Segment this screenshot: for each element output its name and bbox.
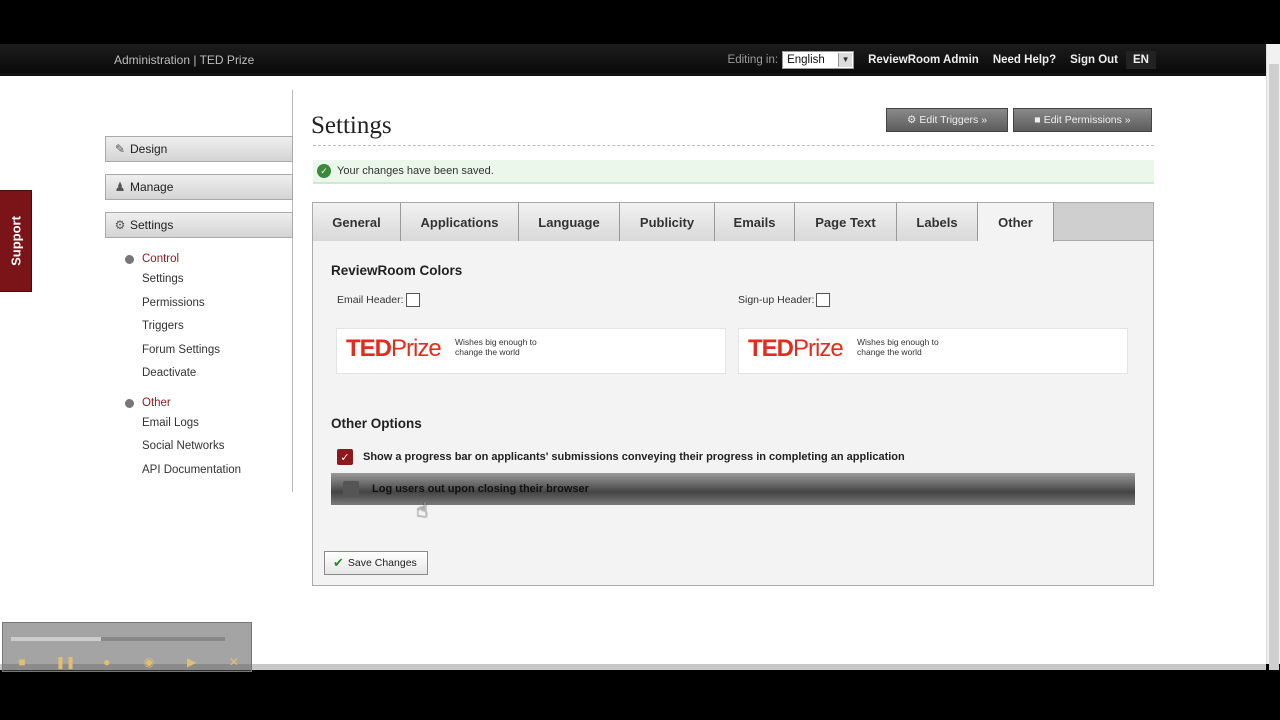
option-progress-bar[interactable]: ✓ Show a progress bar on applicants' sub… bbox=[331, 447, 905, 467]
signup-header-logo: TEDPrize Wishes big enough to change the… bbox=[738, 328, 1128, 374]
save-changes-button[interactable]: ✔ Save Changes bbox=[324, 551, 428, 575]
gear-icon: ⚙ bbox=[114, 218, 126, 232]
edit-permissions-button[interactable]: ■ Edit Permissions » bbox=[1013, 108, 1152, 132]
hand-cursor-icon: ☝ bbox=[416, 500, 429, 522]
success-notice-text: Your changes have been saved. bbox=[337, 165, 494, 177]
success-notice: ✓ Your changes have been saved. bbox=[313, 160, 1154, 184]
edit-permissions-label: Edit Permissions » bbox=[1043, 114, 1131, 126]
sidebar-item-forum-settings[interactable]: Forum Settings bbox=[105, 339, 293, 363]
email-header-logo: TEDPrize Wishes big enough to change the… bbox=[336, 328, 726, 374]
tab-emails[interactable]: Emails bbox=[715, 203, 795, 241]
signup-header-label: Sign-up Header: bbox=[738, 294, 815, 306]
settings-panel: General Applications Language Publicity … bbox=[312, 202, 1154, 586]
top-bar-right: Editing in: English ▼ ReviewRoom Admin N… bbox=[728, 49, 1156, 71]
editing-label: Editing in: bbox=[727, 54, 779, 66]
colors-section-title: ReviewRoom Colors bbox=[331, 263, 463, 278]
breadcrumb: Administration | TED Prize bbox=[114, 53, 255, 67]
circle-icon bbox=[125, 398, 134, 408]
player-buttons: ■ ❚❚ ● ◉ ▶ ✕ bbox=[13, 655, 243, 669]
logout-checkbox[interactable] bbox=[343, 481, 359, 497]
chevron-down-icon: ▼ bbox=[838, 53, 853, 67]
sidebar-item-social-networks[interactable]: Social Networks bbox=[105, 435, 293, 459]
page-title: Settings bbox=[311, 112, 392, 139]
need-help-link[interactable]: Need Help? bbox=[993, 54, 1056, 66]
email-header-color-swatch[interactable] bbox=[405, 293, 420, 307]
option-progress-label: Show a progress bar on applicants' submi… bbox=[363, 451, 905, 463]
vertical-scrollbar[interactable] bbox=[1266, 44, 1280, 676]
sidebar-item-email-logs[interactable]: Email Logs bbox=[105, 412, 293, 436]
sidebar-item-settings[interactable]: Settings bbox=[105, 268, 293, 292]
tab-other[interactable]: Other bbox=[978, 203, 1054, 242]
lock-icon: ■ bbox=[1034, 114, 1041, 126]
tab-general[interactable]: General bbox=[313, 203, 401, 241]
pause-icon[interactable]: ❚❚ bbox=[55, 655, 75, 669]
edit-triggers-button[interactable]: ⚙ Edit Triggers » bbox=[886, 108, 1008, 132]
sidebar: ✎ Design ♟ Manage ⚙ Settings Control Set… bbox=[105, 136, 293, 482]
ted-logo: TEDPrize bbox=[748, 335, 844, 362]
logo-tagline: Wishes big enough to change the world bbox=[455, 337, 537, 357]
mic-icon[interactable]: ● bbox=[98, 655, 116, 669]
sidebar-item-deactivate[interactable]: Deactivate bbox=[105, 362, 293, 386]
sidebar-section-label: Design bbox=[130, 142, 168, 156]
sidebar-item-permissions[interactable]: Permissions bbox=[105, 292, 293, 316]
email-header-label: Email Header: bbox=[337, 294, 404, 306]
control-group: Control Settings Permissions Triggers Fo… bbox=[105, 250, 293, 386]
tab-applications[interactable]: Applications bbox=[401, 203, 519, 241]
tab-labels[interactable]: Labels bbox=[897, 203, 978, 241]
language-code-button[interactable]: EN bbox=[1126, 51, 1156, 69]
tab-bar: General Applications Language Publicity … bbox=[313, 203, 1153, 242]
gear-icon bbox=[125, 255, 134, 264]
playback-track[interactable] bbox=[11, 637, 225, 641]
letterbox-top bbox=[0, 0, 1280, 44]
checkmark-icon: ✓ bbox=[317, 164, 331, 178]
user-icon: ♟ bbox=[114, 180, 126, 194]
other-options-title: Other Options bbox=[331, 416, 422, 431]
video-player-controls: ■ ❚❚ ● ◉ ▶ ✕ bbox=[2, 622, 252, 672]
close-icon[interactable]: ✕ bbox=[225, 655, 243, 669]
checkmark-icon: ✔ bbox=[333, 555, 344, 570]
option-logout-label: Log users out upon closing their browser bbox=[372, 483, 589, 495]
folder-icon[interactable]: ■ bbox=[13, 655, 31, 669]
top-bar: Administration | TED Prize Editing in: E… bbox=[0, 44, 1266, 76]
sidebar-section-manage[interactable]: ♟ Manage bbox=[105, 174, 293, 200]
sidebar-item-triggers[interactable]: Triggers bbox=[105, 315, 293, 339]
pencil-icon: ✎ bbox=[114, 142, 126, 156]
sidebar-section-label: Manage bbox=[130, 180, 174, 194]
sign-out-link[interactable]: Sign Out bbox=[1070, 54, 1118, 66]
title-divider bbox=[313, 145, 1154, 146]
signup-header-field: Sign-up Header: bbox=[738, 293, 831, 307]
control-heading[interactable]: Control bbox=[105, 250, 293, 268]
other-heading[interactable]: Other bbox=[105, 394, 293, 412]
sidebar-section-design[interactable]: ✎ Design bbox=[105, 136, 293, 162]
scrollbar-thumb[interactable] bbox=[1269, 64, 1279, 676]
tab-publicity[interactable]: Publicity bbox=[620, 203, 715, 241]
language-select[interactable]: English ▼ bbox=[782, 51, 855, 69]
support-label: Support bbox=[8, 216, 23, 266]
progress-bar-checkbox[interactable]: ✓ bbox=[337, 449, 353, 465]
edit-triggers-label: Edit Triggers » bbox=[919, 114, 988, 126]
tab-page-text[interactable]: Page Text bbox=[795, 203, 897, 241]
playback-progress bbox=[11, 637, 101, 641]
other-group: Other Email Logs Social Networks API Doc… bbox=[105, 394, 293, 483]
tab-language[interactable]: Language bbox=[519, 203, 620, 241]
speaker-icon[interactable]: ▶ bbox=[183, 655, 201, 669]
gear-icon: ⚙ bbox=[906, 114, 917, 126]
ted-logo: TEDPrize bbox=[346, 335, 442, 362]
save-changes-label: Save Changes bbox=[347, 557, 417, 569]
email-header-field: Email Header: bbox=[337, 293, 420, 307]
camera-icon[interactable]: ◉ bbox=[140, 655, 158, 669]
language-select-value: English bbox=[787, 54, 825, 66]
logo-tagline: Wishes big enough to change the world bbox=[857, 337, 939, 357]
reviewroom-admin-link[interactable]: ReviewRoom Admin bbox=[868, 54, 979, 66]
option-logout-on-close[interactable]: Log users out upon closing their browser bbox=[331, 473, 1135, 505]
sidebar-section-label: Settings bbox=[130, 218, 174, 232]
signup-header-color-swatch[interactable] bbox=[816, 293, 831, 307]
sidebar-section-settings[interactable]: ⚙ Settings bbox=[105, 212, 293, 238]
letterbox-bottom bbox=[0, 670, 1280, 720]
sidebar-item-api-documentation[interactable]: API Documentation bbox=[105, 459, 293, 483]
support-tab[interactable]: Support bbox=[0, 190, 32, 292]
